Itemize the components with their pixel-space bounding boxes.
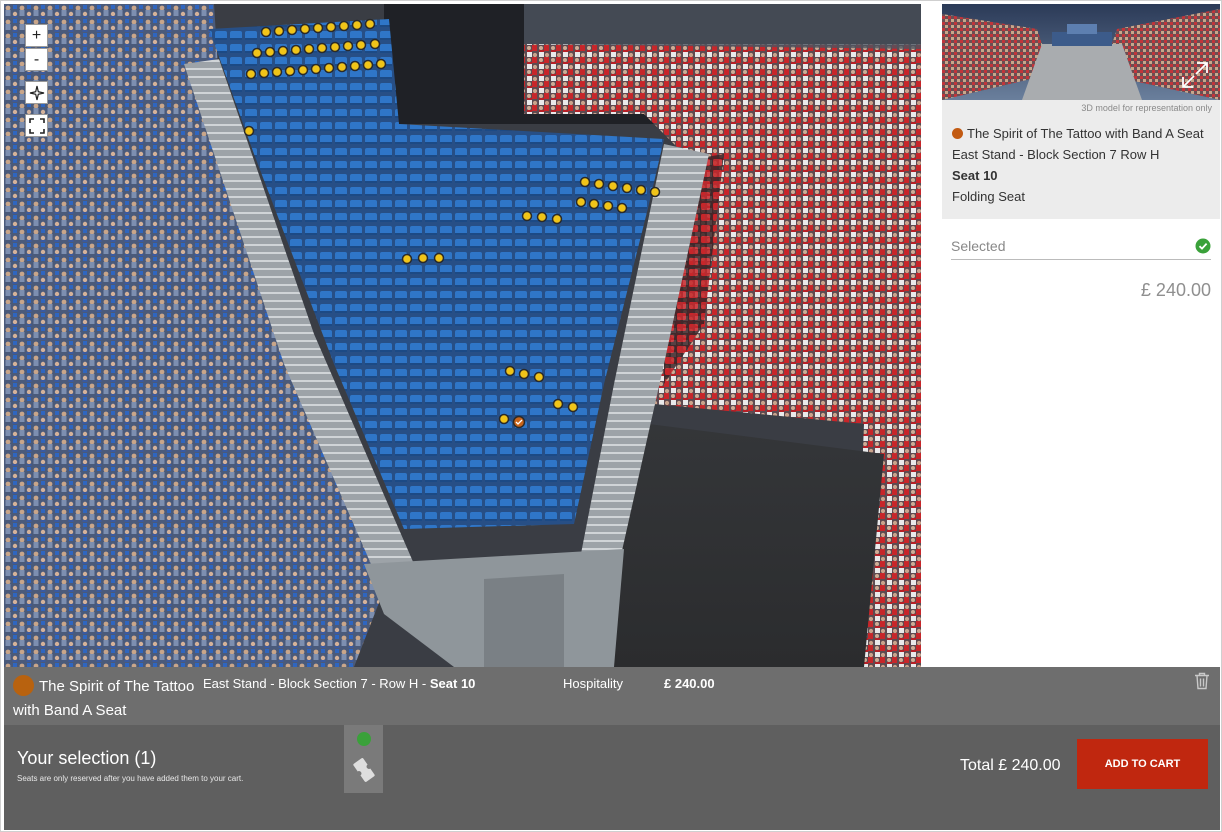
seat-type: Folding Seat [952,189,1025,204]
seat-location: East Stand - Block Section 7 Row H [952,147,1160,162]
event-title-row: The Spirit of The Tattoo with Band A Sea… [952,123,1210,144]
selected-item-category: Hospitality [563,676,623,691]
status-label: Selected [951,238,1006,254]
zoom-in-button[interactable]: + [25,24,48,47]
ticket-indicator[interactable] [344,725,383,793]
selected-item-price: £ 240.00 [664,676,715,691]
selected-location-text: East Stand - Block Section 7 - Row H - [203,676,430,691]
cart-bar: Your selection (1) Seats are only reserv… [4,725,1220,830]
selected-seat-marker [512,415,526,429]
preview-note: 3D model for representation only [942,100,1220,117]
compass-icon[interactable] [25,81,48,104]
add-to-cart-button[interactable]: ADD TO CART [1077,739,1208,789]
seat-status[interactable]: Selected [951,233,1211,260]
reservation-note: Seats are only reserved after you have a… [17,774,244,783]
preview-image [942,4,1220,100]
fullscreen-icon[interactable] [25,114,48,137]
selected-seat-number: Seat 10 [429,676,476,691]
trash-icon[interactable] [1194,672,1210,690]
stadium-3d-view[interactable]: + - [4,4,921,667]
seat-number: Seat 10 [952,168,998,183]
category-dot-icon [13,675,34,696]
ticket-icon [353,732,375,782]
seat-picker-app: + - 3D model for representation only The… [0,0,1222,832]
selection-count: Your selection (1) [17,748,157,768]
selected-event-title: The Spirit of The Tattoo with Band A Sea… [13,678,195,719]
seat-info-panel: 3D model for representation only The Spi… [942,4,1220,667]
cart-total: Total £ 240.00 [960,757,1061,774]
selected-item-row: The Spirit of The Tattoo with Band A Sea… [4,667,1220,725]
event-title: The Spirit of The Tattoo with Band A Sea… [967,126,1204,141]
seat-price: £ 240.00 [1140,280,1211,300]
seat-details: The Spirit of The Tattoo with Band A Sea… [942,117,1220,219]
expand-icon[interactable] [1182,62,1208,88]
selected-item-location: East Stand - Block Section 7 - Row H - S… [203,676,475,691]
selected-item-title: The Spirit of The Tattoo with Band A Sea… [13,675,213,723]
zoom-out-button[interactable]: - [25,48,48,71]
seat-view-preview[interactable] [942,4,1220,100]
check-circle-icon [1195,238,1211,254]
category-dot-icon [952,128,963,139]
stadium-scene [4,4,921,667]
map-controls: + - [25,24,50,137]
